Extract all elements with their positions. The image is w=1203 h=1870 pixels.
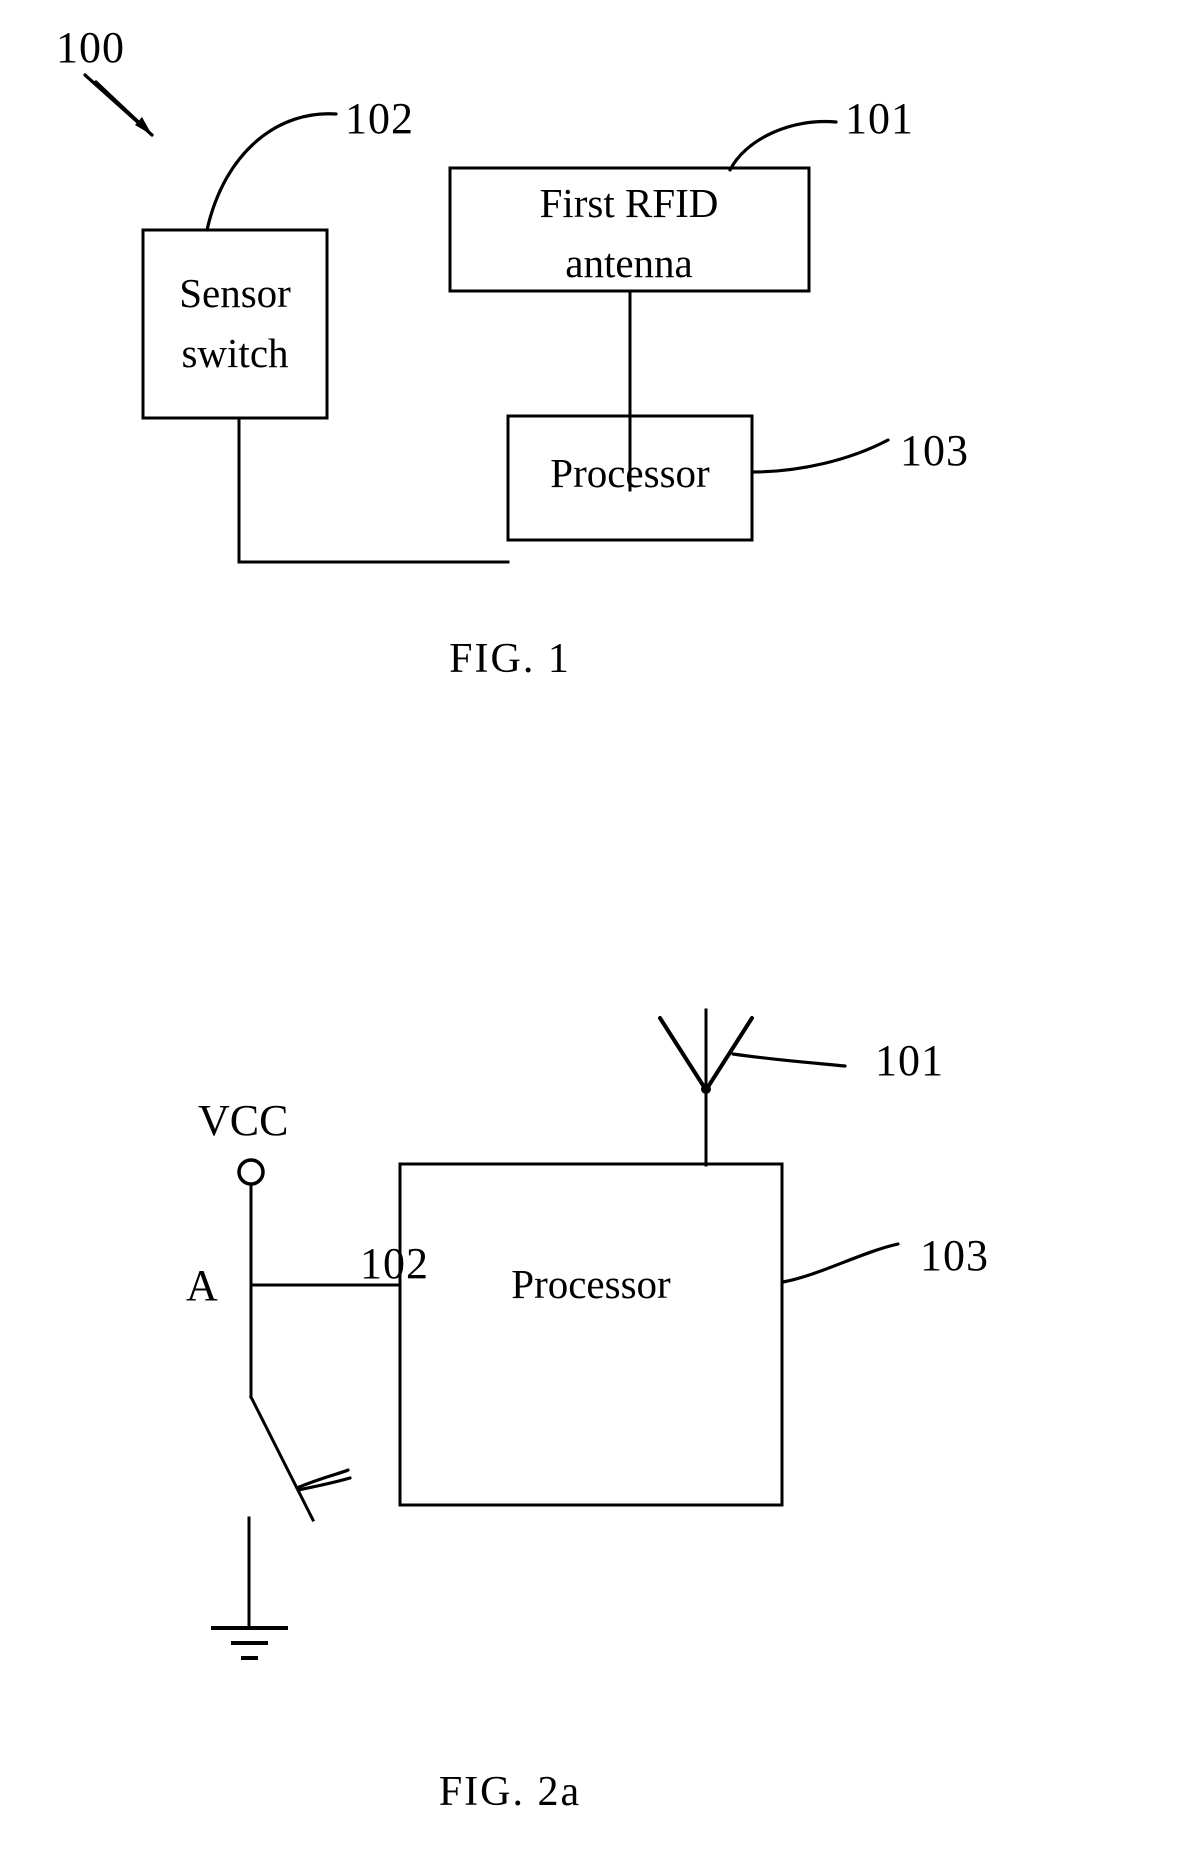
wire-switch-to-processor (237, 416, 510, 564)
ref-number-102: 102 (345, 94, 414, 143)
system-arrow-head (135, 117, 152, 135)
antenna-left-arm-icon (658, 1016, 708, 1092)
block-sensor-switch-label-line2: switch (181, 330, 288, 376)
ref-number-100: 100 (56, 23, 125, 72)
block-first-rfid-antenna (448, 166, 811, 293)
leader-line-102-fig2a (296, 1476, 352, 1492)
switch-blade-icon (248, 1394, 316, 1523)
vcc-label: VCC (198, 1096, 288, 1145)
figures-canvas: 100 102 101 103 Sensor switch First RFID… (56, 23, 989, 1815)
leader-line-103-fig2a (781, 1242, 900, 1284)
antenna-right-arm-icon (704, 1016, 754, 1092)
leader-line-101 (728, 119, 838, 172)
leader-overlay (296, 1476, 352, 1492)
block-first-rfid-antenna-label-line2: antenna (565, 240, 692, 286)
node-a-label: A (186, 1261, 218, 1310)
block-sensor-switch (141, 228, 329, 420)
leader-line-102 (205, 112, 338, 232)
figure-2a: 101 VCC A 102 Processor 103 FIG. 2a (186, 1008, 989, 1815)
block-processor-fig2a-label: Processor (511, 1261, 671, 1307)
leader-line-103 (750, 438, 890, 474)
figure-1-caption: FIG. 1 (449, 636, 571, 682)
system-arrow-shaft (83, 73, 154, 137)
block-first-rfid-antenna-label-line1: First RFID (540, 180, 719, 226)
block-sensor-switch-label-line1: Sensor (179, 270, 291, 316)
drawing-sheet: 100 102 101 103 Sensor switch First RFID… (0, 0, 1203, 1870)
block-processor-fig2a (398, 1162, 784, 1507)
figure-1: 100 102 101 103 Sensor switch First RFID… (56, 23, 969, 682)
system-arrow-shaft-2 (94, 80, 150, 133)
ref-number-101-fig2a: 101 (875, 1036, 944, 1085)
block-processor-fig1-label: Processor (550, 450, 710, 496)
figure-2a-caption: FIG. 2a (439, 1769, 581, 1815)
ref-number-102-fig2a: 102 (360, 1239, 429, 1288)
ref-number-103-fig2a: 103 (920, 1231, 989, 1280)
antenna-feed-point (701, 1084, 711, 1094)
ref-number-101: 101 (845, 94, 914, 143)
leader-line-101-fig2a (731, 1052, 847, 1068)
block-processor-fig1 (506, 414, 754, 542)
vcc-terminal-icon (237, 1158, 265, 1186)
ref-number-103: 103 (900, 426, 969, 475)
leader-line-102-fig2a-hook (295, 1468, 350, 1490)
